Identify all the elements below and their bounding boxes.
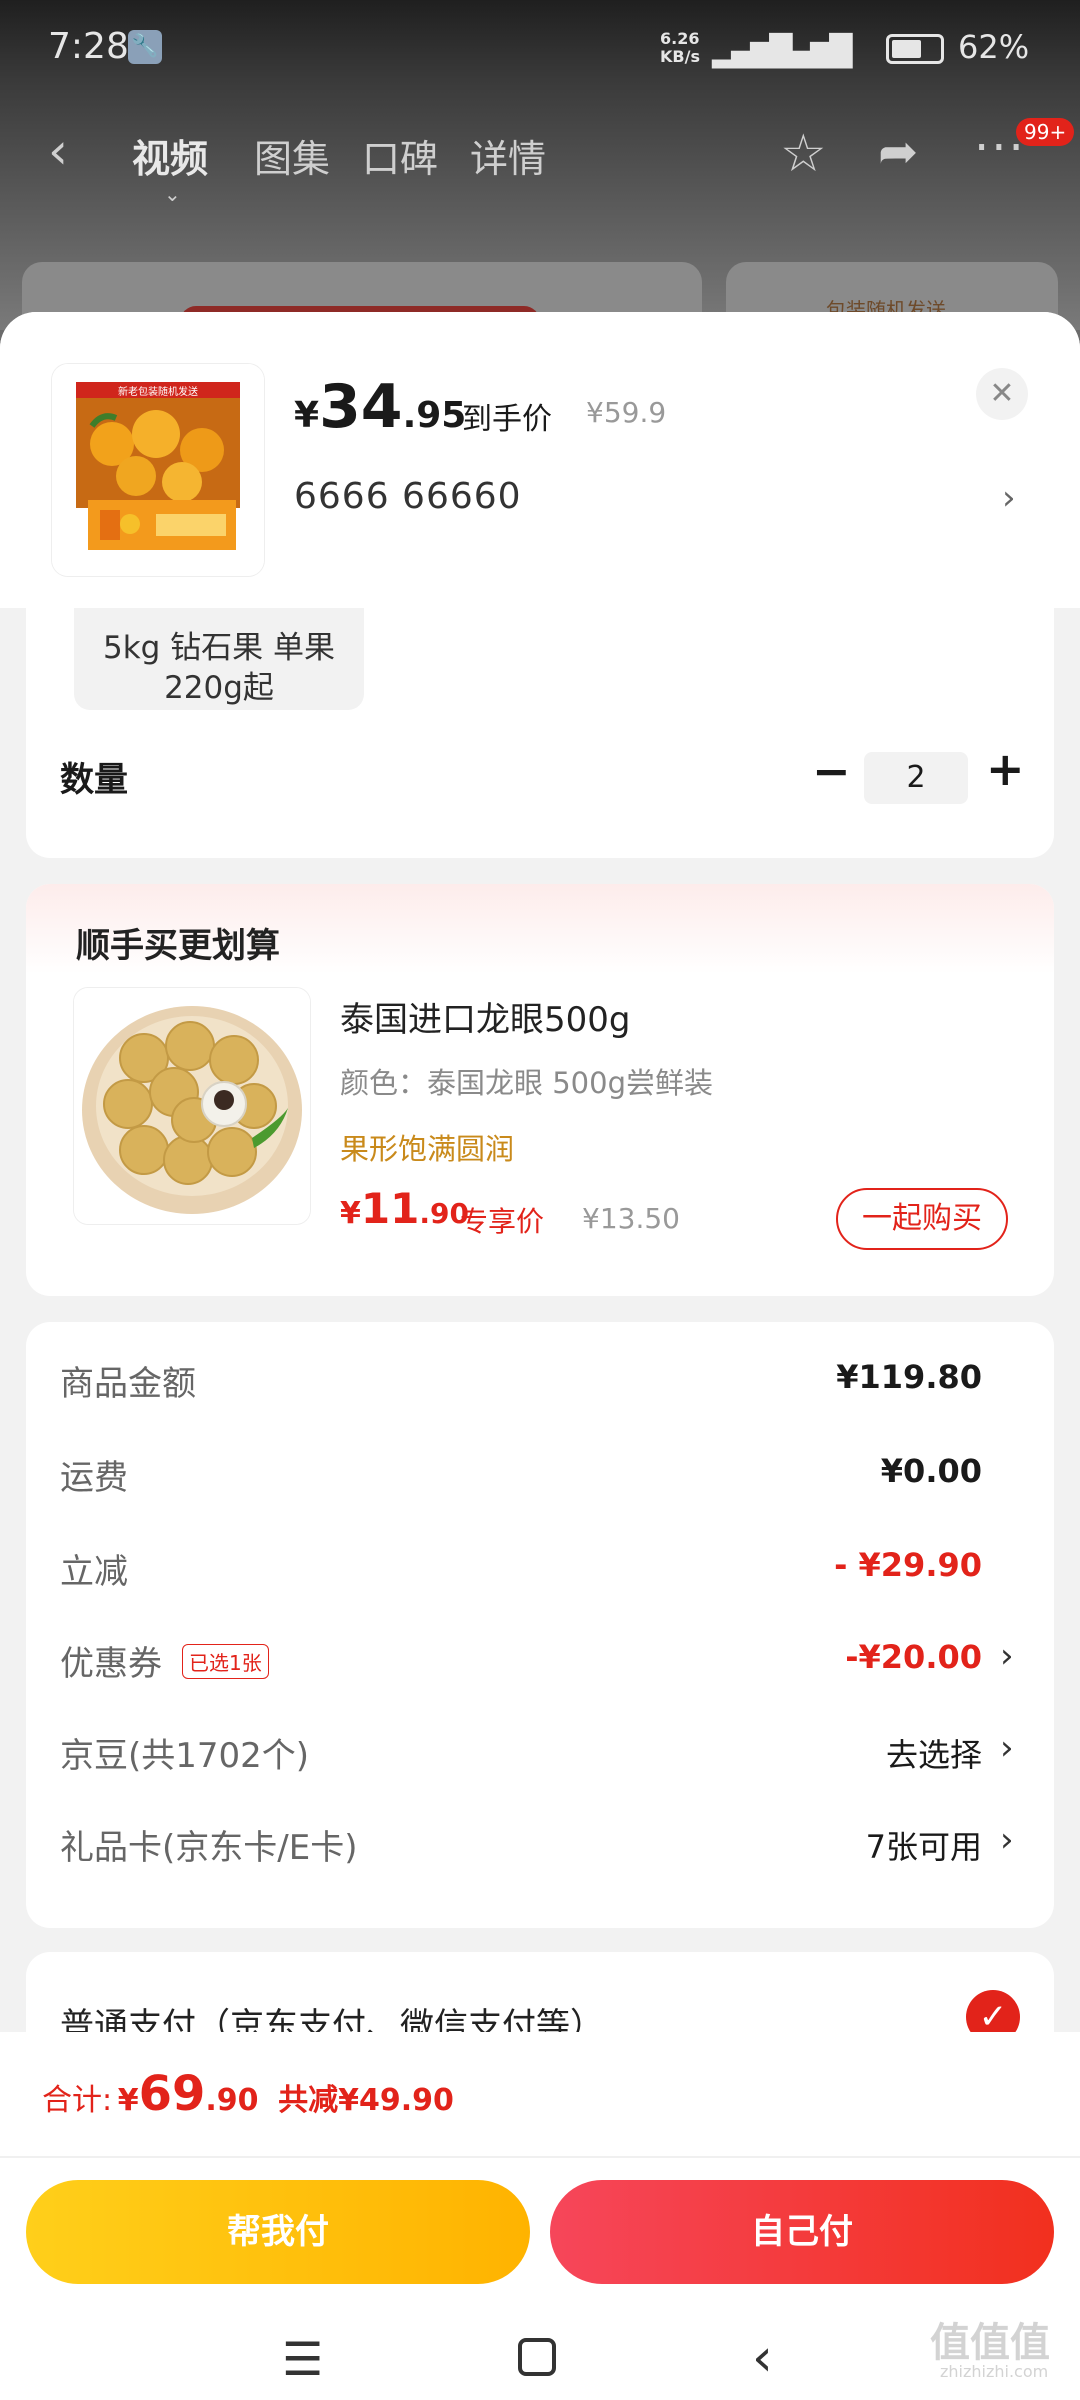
quantity-decrease-button[interactable]: − xyxy=(812,744,851,798)
message-badge: 99+ xyxy=(1016,118,1075,146)
network-speed-unit: KB/s xyxy=(660,47,700,66)
total-discount: 共减¥49.90 xyxy=(278,2083,454,2118)
network-speed-value: 6.26 xyxy=(660,29,700,48)
spec-quantity-card: 5kg 钻石果 单果220g起 数量 − 2 + xyxy=(26,608,1054,858)
longan-image xyxy=(74,988,310,1224)
thumb-banner-text: 新老包装随机发送 xyxy=(118,385,198,398)
product-price: ¥34.95 xyxy=(294,372,466,442)
upsell-price-integer: 11 xyxy=(360,1184,420,1233)
home-icon[interactable] xyxy=(518,2338,556,2376)
tab-gallery[interactable]: 图集 xyxy=(254,128,330,183)
battery-level xyxy=(892,40,921,58)
upsell-price-label: 专享价 xyxy=(460,1205,545,1238)
help-pay-button[interactable]: 帮我付 xyxy=(26,2180,530,2284)
summary-label: 京豆(共1702个) xyxy=(60,1736,310,1776)
top-nav: ‹ 视频 图集 口碑 详情 ⌄ ☆ ➦ ··· 99+ xyxy=(0,110,1080,206)
selected-spec-summary[interactable]: 6666 66660 xyxy=(294,476,522,517)
chevron-right-icon[interactable]: › xyxy=(1000,1820,1014,1860)
upsell-product-name[interactable]: 泰国进口龙眼500g xyxy=(340,992,630,1041)
menu-icon[interactable]: ☰ xyxy=(282,2332,323,2386)
back-icon[interactable]: ‹ xyxy=(48,122,68,180)
tab-details[interactable]: 详情 xyxy=(470,128,546,183)
summary-label: 运费 xyxy=(60,1458,128,1498)
summary-label: 优惠券 xyxy=(60,1644,162,1684)
divider xyxy=(0,2156,1080,2158)
summary-value: ¥119.80 xyxy=(836,1358,982,1396)
wifi-icon: ◠ xyxy=(828,34,855,69)
quantity-increase-button[interactable]: + xyxy=(986,742,1025,796)
total-integer: 69 xyxy=(138,2066,206,2122)
summary-value: - ¥29.90 xyxy=(834,1546,982,1584)
status-bar: 7:28 🔧 6.26 KB/s ▂▄▆█ ▂▄▆█ ◠ 62% xyxy=(0,0,1080,100)
background-page: 7:28 🔧 6.26 KB/s ▂▄▆█ ▂▄▆█ ◠ 62% ‹ 视频 图集 … xyxy=(0,0,1080,342)
upsell-original-price: ¥13.50 xyxy=(582,1202,680,1235)
summary-row-coupon[interactable]: 优惠券 已选1张 -¥20.00 › xyxy=(26,1636,1054,1696)
summary-row-gift-card[interactable]: 礼品卡(京东卡/E卡) 7张可用 › xyxy=(26,1820,1054,1880)
chevron-right-icon[interactable]: › xyxy=(1000,1636,1014,1676)
battery-icon xyxy=(886,34,944,64)
summary-row-subtotal: 商品金额 ¥119.80 xyxy=(26,1356,1054,1416)
upsell-price-currency: ¥ xyxy=(340,1196,361,1231)
coupon-selected-badge: 已选1张 xyxy=(182,1644,269,1679)
watermark-logo: 值值值 xyxy=(930,2320,1050,2366)
summary-label: 商品金额 xyxy=(60,1364,196,1404)
upsell-price: ¥11.90 xyxy=(340,1184,469,1233)
summary-value: 去选择 xyxy=(885,1736,982,1774)
tab-video[interactable]: 视频 xyxy=(132,128,208,183)
upsell-product-image[interactable] xyxy=(74,988,310,1224)
summary-row-shipping: 运费 ¥0.00 xyxy=(26,1450,1054,1510)
product-thumbnail: 新老包装随机发送 xyxy=(52,364,264,576)
price-integer: 34 xyxy=(319,372,403,442)
favorite-star-icon[interactable]: ☆ xyxy=(780,124,827,184)
bottom-action-bar: 合计: ¥69.90 共减¥49.90 帮我付 自己付 ☰ ‹ xyxy=(0,2032,1080,2400)
quantity-label: 数量 xyxy=(60,760,128,800)
watermark-url: zhizhizhi.com xyxy=(940,2362,1049,2381)
upsell-card: 顺手买更划算 泰国进口龙眼500g 颜色：泰国龙眼 500g尝鲜装 果形饱满圆润… xyxy=(26,884,1054,1296)
self-pay-button[interactable]: 自己付 xyxy=(550,2180,1054,2284)
upsell-product-tag: 果形饱满圆润 xyxy=(340,1132,515,1166)
total-label: 合计: xyxy=(42,2083,113,2118)
tab-reviews[interactable]: 口碑 xyxy=(362,128,438,183)
wrench-icon: 🔧 xyxy=(128,30,162,64)
status-time: 7:28 xyxy=(48,26,129,67)
checkout-sheet: 新老包装随机发送 ¥34.95 到手价 ¥59.9 ✕ 6666 66660 › xyxy=(0,312,1080,2400)
buy-together-button[interactable]: 一起购买 xyxy=(836,1188,1008,1250)
original-price: ¥59.9 xyxy=(586,396,667,429)
summary-label: 立减 xyxy=(60,1552,128,1592)
sheet-header: 新老包装随机发送 ¥34.95 到手价 ¥59.9 ✕ 6666 66660 › xyxy=(0,312,1080,608)
tab-indicator: ⌄ xyxy=(164,182,181,206)
back-icon[interactable]: ‹ xyxy=(752,2328,773,2388)
price-label: 到手价 xyxy=(462,402,552,437)
quantity-input[interactable]: 2 xyxy=(864,752,968,804)
price-currency: ¥ xyxy=(294,395,320,436)
order-total: 合计: ¥69.90 共减¥49.90 xyxy=(42,2066,454,2122)
system-navigation-bar: ☰ ‹ xyxy=(0,2328,1080,2400)
summary-row-jingdou[interactable]: 京豆(共1702个) 去选择 › xyxy=(26,1728,1054,1788)
close-button[interactable]: ✕ xyxy=(976,368,1028,420)
summary-value: -¥20.00 xyxy=(845,1638,982,1676)
total-decimal: .90 xyxy=(205,2083,259,2118)
chevron-right-icon[interactable]: › xyxy=(1000,1728,1014,1768)
spec-option-chip[interactable]: 5kg 钻石果 单果220g起 xyxy=(74,608,364,710)
chevron-right-icon[interactable]: › xyxy=(1002,478,1016,518)
upsell-title: 顺手买更划算 xyxy=(76,926,280,966)
summary-value: 7张可用 xyxy=(865,1828,982,1866)
battery-percent: 62% xyxy=(958,28,1030,66)
orange-box-image: 新老包装随机发送 xyxy=(52,364,264,576)
order-summary-card: 商品金额 ¥119.80 运费 ¥0.00 立减 - ¥29.90 优惠券 已选… xyxy=(26,1322,1054,1928)
share-icon[interactable]: ➦ xyxy=(878,124,918,180)
summary-row-instant-discount: 立减 - ¥29.90 xyxy=(26,1544,1054,1604)
summary-value: ¥0.00 xyxy=(880,1452,982,1490)
network-speed: 6.26 KB/s xyxy=(660,30,700,66)
price-decimal: .95 xyxy=(402,395,467,436)
upsell-product-spec: 颜色：泰国龙眼 500g尝鲜装 xyxy=(340,1066,713,1100)
total-currency: ¥ xyxy=(117,2083,139,2118)
summary-label: 礼品卡(京东卡/E卡) xyxy=(60,1828,358,1868)
